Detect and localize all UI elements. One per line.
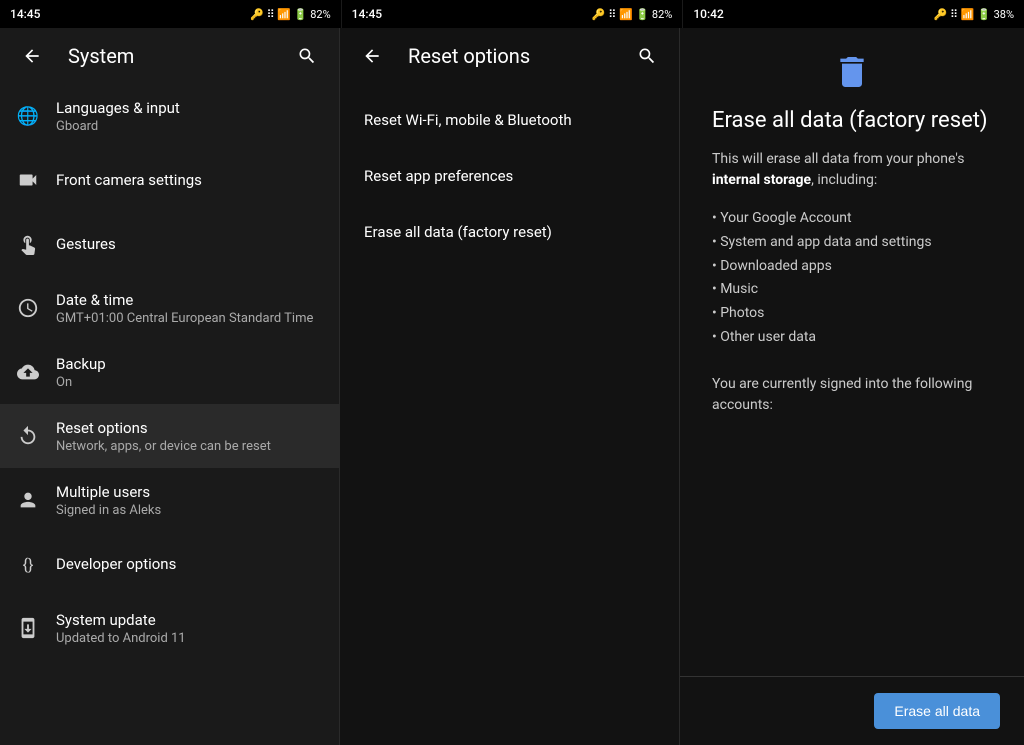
icons-3: 🔑 ⠿ 📶 🔋 38% (934, 8, 1014, 21)
list-item-google: • Your Google Account (712, 207, 992, 231)
status-bar-1: 14:45 🔑 ⠿ 📶 🔋 82% (0, 0, 342, 28)
status-bar-2: 14:45 🔑 ⠿ 📶 🔋 82% (342, 0, 684, 28)
left-panel: System 🌐 Languages & input Gboard (0, 28, 340, 745)
list-item-music: • Music (712, 278, 992, 302)
back-button[interactable] (12, 36, 52, 76)
camera-label: Front camera settings (56, 171, 323, 189)
settings-item-camera[interactable]: Front camera settings (0, 148, 339, 212)
developer-label: Developer options (56, 555, 323, 573)
search-button[interactable] (287, 36, 327, 76)
settings-item-gestures[interactable]: Gestures (0, 212, 339, 276)
erase-title: Erase all data (factory reset) (712, 108, 992, 133)
middle-panel: Reset options Reset Wi-Fi, mobile & Blue… (340, 28, 680, 745)
erase-desc-part2: , including: (811, 172, 877, 188)
reset-options-list: Reset Wi-Fi, mobile & Bluetooth Reset ap… (340, 84, 679, 745)
settings-item-backup[interactable]: Backup On (0, 340, 339, 404)
list-item-user-data: • Other user data (712, 326, 992, 350)
erase-description: This will erase all data from your phone… (712, 149, 992, 191)
update-icon (16, 616, 40, 640)
settings-item-languages[interactable]: 🌐 Languages & input Gboard (0, 84, 339, 148)
reset-label: Reset options (56, 419, 323, 437)
update-sublabel: Updated to Android 11 (56, 631, 323, 646)
right-panel: Erase all data (factory reset) This will… (680, 28, 1024, 745)
backup-label: Backup (56, 355, 323, 373)
list-item-photos: • Photos (712, 302, 992, 326)
settings-item-datetime[interactable]: Date & time GMT+01:00 Central European S… (0, 276, 339, 340)
reset-wifi-item[interactable]: Reset Wi-Fi, mobile & Bluetooth (340, 92, 679, 148)
middle-search-button[interactable] (627, 36, 667, 76)
users-icon (16, 488, 40, 512)
datetime-label: Date & time (56, 291, 323, 309)
backup-sublabel: On (56, 375, 323, 390)
left-panel-title: System (68, 44, 271, 68)
icons-1: 🔑 ⠿ 📶 🔋 82% (250, 8, 330, 21)
middle-panel-header: Reset options (340, 28, 679, 84)
erase-all-data-item[interactable]: Erase all data (factory reset) (340, 204, 679, 260)
settings-item-developer[interactable]: {} Developer options (0, 532, 339, 596)
languages-label: Languages & input (56, 99, 323, 117)
middle-back-button[interactable] (352, 36, 392, 76)
bottom-bar: Erase all data (680, 676, 1024, 745)
reset-sublabel: Network, apps, or device can be reset (56, 439, 323, 454)
gestures-icon (16, 232, 40, 256)
languages-sublabel: Gboard (56, 119, 323, 134)
backup-icon (16, 360, 40, 384)
erase-all-data-button[interactable]: Erase all data (874, 693, 1000, 729)
reset-app-prefs-item[interactable]: Reset app preferences (340, 148, 679, 204)
list-item-system: • System and app data and settings (712, 231, 992, 255)
middle-panel-title: Reset options (408, 44, 611, 68)
settings-list: 🌐 Languages & input Gboard Front camera … (0, 84, 339, 745)
settings-item-users[interactable]: Multiple users Signed in as Aleks (0, 468, 339, 532)
datetime-sublabel: GMT+01:00 Central European Standard Time (56, 311, 323, 326)
status-bars: 14:45 🔑 ⠿ 📶 🔋 82% 14:45 🔑 ⠿ 📶 🔋 82% 10:4… (0, 0, 1024, 28)
time-1: 14:45 (10, 7, 40, 21)
status-bar-3: 10:42 🔑 ⠿ 📶 🔋 38% (683, 0, 1024, 28)
settings-item-reset[interactable]: Reset options Network, apps, or device c… (0, 404, 339, 468)
icons-2: 🔑 ⠿ 📶 🔋 82% (592, 8, 672, 21)
time-3: 10:42 (693, 7, 723, 21)
camera-icon (16, 168, 40, 192)
left-panel-header: System (0, 28, 339, 84)
users-label: Multiple users (56, 483, 323, 501)
accounts-text: You are currently signed into the follow… (712, 374, 992, 416)
language-icon: 🌐 (16, 104, 40, 128)
reset-icon (16, 424, 40, 448)
list-item-apps: • Downloaded apps (712, 255, 992, 279)
users-sublabel: Signed in as Aleks (56, 503, 323, 518)
main-panels: System 🌐 Languages & input Gboard (0, 28, 1024, 745)
trash-icon (832, 52, 872, 92)
settings-item-update[interactable]: System update Updated to Android 11 (0, 596, 339, 660)
erase-desc-bold: internal storage (712, 172, 811, 188)
developer-icon: {} (16, 552, 40, 576)
update-label: System update (56, 611, 323, 629)
datetime-icon (16, 296, 40, 320)
erase-desc-part1: This will erase all data from your phone… (712, 151, 964, 167)
erase-list: • Your Google Account • System and app d… (712, 207, 992, 350)
gestures-label: Gestures (56, 235, 323, 253)
time-2: 14:45 (352, 7, 382, 21)
